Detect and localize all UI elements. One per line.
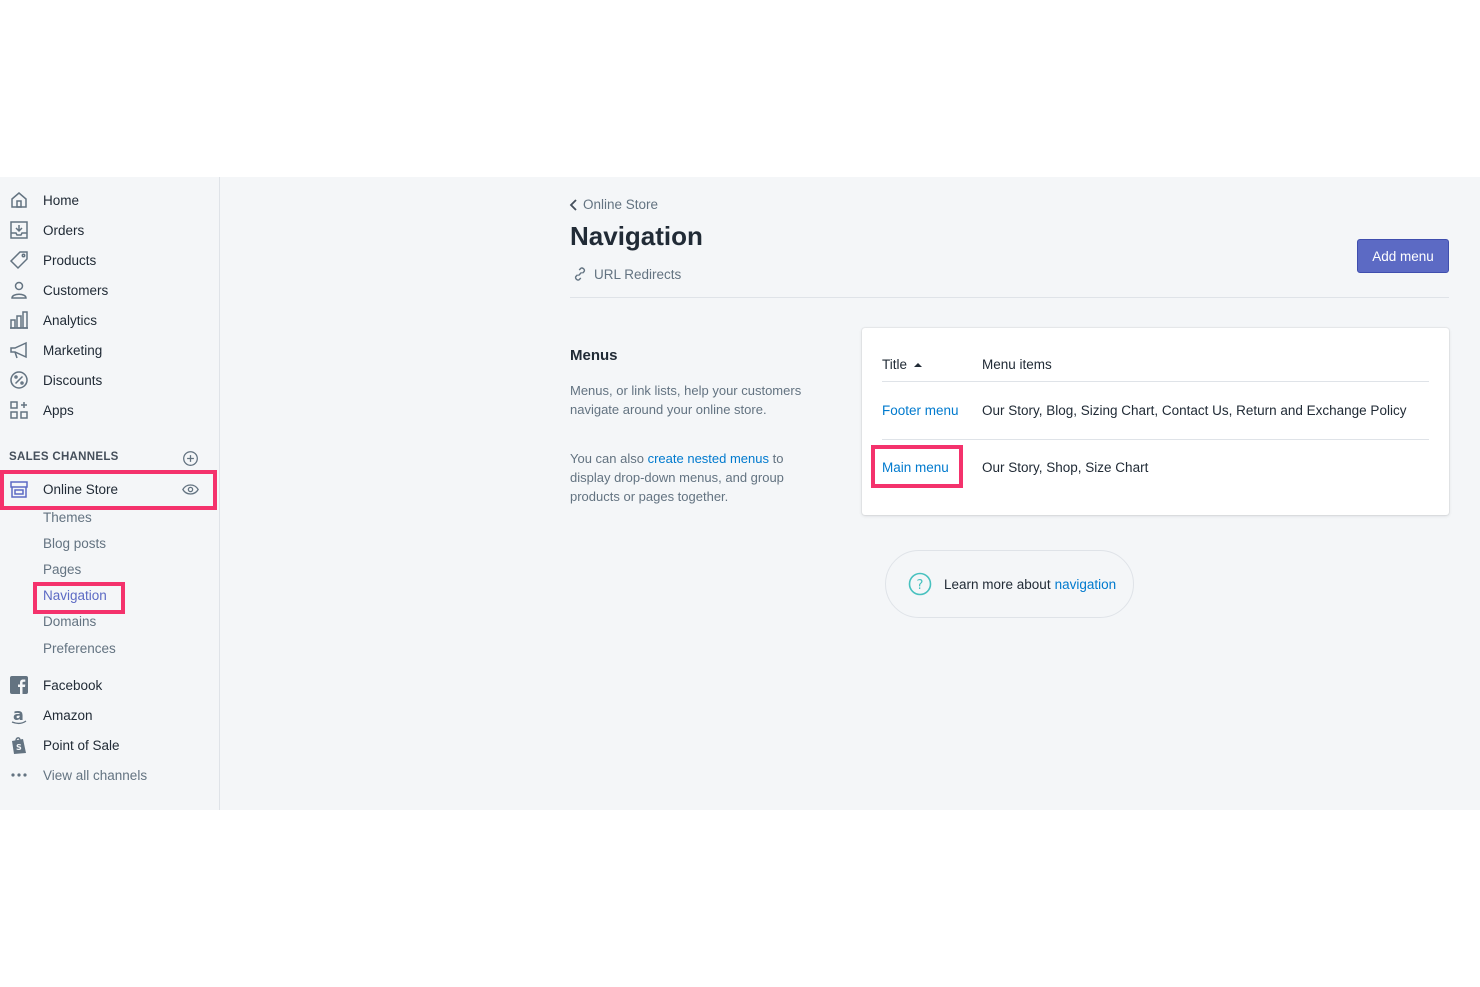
sidebar-sub-navigation[interactable]: Navigation: [43, 588, 107, 603]
sidebar-item-label: Customers: [43, 282, 109, 298]
sidebar-item-home[interactable]: Home: [0, 185, 219, 215]
sidebar-item-label: Facebook: [43, 677, 103, 693]
sidebar-item-point-of-sale[interactable]: S Point of Sale: [0, 730, 219, 760]
sidebar-sub-themes[interactable]: Themes: [43, 510, 92, 525]
url-redirects-label: URL Redirects: [594, 266, 682, 282]
main-menu-items: Our Story, Shop, Size Chart: [982, 460, 1149, 475]
orders-icon: [10, 221, 28, 239]
header-divider: [570, 297, 1449, 298]
eye-icon[interactable]: [182, 481, 199, 498]
sidebar-item-label: Discounts: [43, 372, 103, 388]
menus-description: Menus, or link lists, help your customer…: [570, 383, 802, 417]
sidebar-item-label: Apps: [43, 402, 74, 418]
menus-heading: Menus: [570, 347, 618, 364]
help-question-icon: ?: [908, 572, 932, 596]
learn-more-text: Learn more about: [944, 576, 1051, 592]
row-divider: [882, 439, 1429, 440]
create-nested-menus-link[interactable]: create nested menus: [648, 451, 769, 466]
sidebar-item-label: Orders: [43, 222, 85, 238]
add-menu-button[interactable]: Add menu: [1357, 239, 1449, 273]
sidebar-item-discounts[interactable]: Discounts: [0, 365, 219, 395]
svg-text:?: ?: [917, 578, 924, 593]
person-icon: [11, 281, 27, 299]
main-content: Online Store Navigation URL Redirects Ad…: [220, 177, 1480, 810]
sidebar-item-label: Analytics: [43, 312, 98, 328]
sidebar-item-analytics[interactable]: Analytics: [0, 305, 219, 335]
sort-up-icon: [914, 362, 923, 367]
column-title-label: Title: [882, 357, 908, 372]
footer-menu-link[interactable]: Footer menu: [882, 403, 959, 418]
nested-menus-description: You can also create nested menus to disp…: [570, 449, 810, 506]
sidebar: Home Orders Products Customers Analytics…: [0, 177, 220, 810]
link-icon: [574, 267, 586, 281]
column-header-title[interactable]: Title: [882, 357, 923, 372]
sidebar-item-marketing[interactable]: Marketing: [0, 335, 219, 365]
sidebar-item-label: Amazon: [43, 707, 93, 723]
sidebar-sub-pages[interactable]: Pages: [43, 562, 81, 577]
learn-more-box: ? Learn more about navigation: [885, 550, 1134, 618]
sidebar-item-label: Products: [43, 252, 97, 268]
sidebar-item-label: Online Store: [43, 481, 119, 497]
sales-channels-heading: SALES CHANNELS: [9, 451, 119, 463]
discount-icon: [10, 371, 28, 389]
sidebar-item-view-all-channels[interactable]: View all channels: [0, 760, 219, 790]
megaphone-icon: [10, 341, 27, 359]
menus-table-card: Title Menu items Footer menu Our Story, …: [862, 328, 1449, 515]
more-dots-icon: [11, 773, 27, 777]
footer-menu-items: Our Story, Blog, Sizing Chart, Contact U…: [982, 403, 1407, 418]
sidebar-item-apps[interactable]: Apps: [0, 395, 219, 425]
bar-chart-icon: [10, 311, 28, 329]
apps-icon: [10, 401, 28, 419]
store-icon: [10, 481, 28, 498]
add-channel-icon[interactable]: [182, 450, 199, 467]
sidebar-item-amazon[interactable]: a Amazon: [0, 700, 219, 730]
page-title: Navigation: [570, 221, 703, 251]
sidebar-item-online-store[interactable]: Online Store: [0, 474, 219, 504]
sidebar-item-facebook[interactable]: Facebook: [0, 670, 219, 700]
amazon-icon: a: [11, 705, 27, 725]
app-frame: Home Orders Products Customers Analytics…: [0, 177, 1480, 810]
sidebar-item-label: Marketing: [43, 342, 103, 358]
shopify-bag-icon: S: [12, 737, 26, 754]
nested-text-pre: You can also: [570, 451, 648, 466]
url-redirects-link[interactable]: URL Redirects: [572, 266, 681, 282]
navigation-help-link[interactable]: navigation: [1055, 577, 1117, 592]
sidebar-sub-domains[interactable]: Domains: [43, 614, 96, 629]
svg-text:a: a: [13, 705, 24, 724]
main-menu-link[interactable]: Main menu: [882, 460, 949, 475]
facebook-icon: [10, 676, 28, 694]
breadcrumb[interactable]: Online Store: [569, 197, 658, 212]
svg-text:S: S: [16, 743, 22, 752]
breadcrumb-label: Online Store: [583, 197, 659, 212]
sidebar-item-label: Point of Sale: [43, 737, 120, 753]
sidebar-item-customers[interactable]: Customers: [0, 275, 219, 305]
home-icon: [11, 192, 27, 208]
tag-icon: [9, 251, 28, 270]
row-divider: [882, 381, 1429, 382]
column-header-menu-items: Menu items: [982, 357, 1052, 372]
sidebar-sub-preferences[interactable]: Preferences: [43, 641, 116, 656]
sidebar-sub-blog-posts[interactable]: Blog posts: [43, 536, 106, 551]
chevron-left-icon: [569, 198, 577, 211]
sidebar-item-products[interactable]: Products: [0, 245, 219, 275]
sidebar-item-label: Home: [43, 192, 80, 208]
sidebar-item-label: View all channels: [43, 767, 148, 783]
sidebar-item-orders[interactable]: Orders: [0, 215, 219, 245]
